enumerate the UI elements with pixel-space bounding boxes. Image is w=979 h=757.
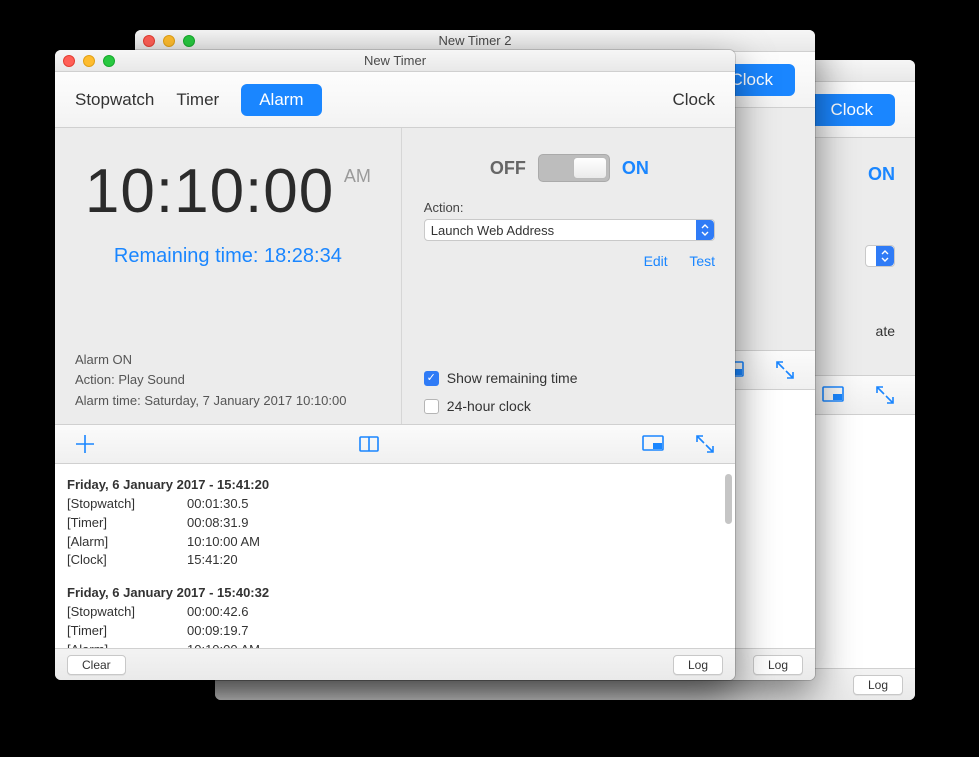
action-select[interactable]: Launch Web Address bbox=[424, 219, 715, 241]
log-date: Friday, 6 January 2017 - 15:40:32 bbox=[67, 584, 723, 603]
window-title: New Timer 2 bbox=[135, 33, 815, 48]
24hour-label: 24-hour clock bbox=[447, 398, 531, 414]
window-titlebar[interactable]: New Timer bbox=[55, 50, 735, 72]
show-remaining-label: Show remaining time bbox=[447, 370, 578, 386]
option-label: ate bbox=[876, 323, 895, 339]
toolbar: Stopwatch Timer Alarm Clock bbox=[55, 72, 735, 128]
log-row: [Clock]15:41:20 bbox=[67, 551, 723, 570]
log-button[interactable]: Log bbox=[673, 655, 723, 675]
window-titlebar[interactable]: New Timer 2 bbox=[135, 30, 815, 52]
log-row: [Alarm]10:10:00 AM bbox=[67, 641, 723, 648]
switch-on-label: ON bbox=[622, 158, 649, 179]
log-row: [Timer]00:08:31.9 bbox=[67, 514, 723, 533]
chevron-updown-icon bbox=[876, 246, 894, 266]
chevron-updown-icon bbox=[696, 220, 714, 240]
tab-alarm[interactable]: Alarm bbox=[241, 84, 321, 116]
log-date: Friday, 6 January 2017 - 15:41:20 bbox=[67, 476, 723, 495]
clear-button[interactable]: Clear bbox=[67, 655, 126, 675]
log-row: [Stopwatch]00:01:30.5 bbox=[67, 495, 723, 514]
expand-icon[interactable] bbox=[693, 432, 717, 456]
log-row: [Timer]00:09:19.7 bbox=[67, 622, 723, 641]
action-select[interactable] bbox=[865, 245, 895, 267]
log-row: [Alarm]10:10:00 AM bbox=[67, 533, 723, 552]
pip-icon[interactable] bbox=[641, 432, 665, 456]
switch-off-label: OFF bbox=[490, 158, 526, 179]
remaining-time: Remaining time: 18:28:34 bbox=[75, 245, 381, 268]
tab-clock[interactable]: Clock bbox=[672, 90, 715, 110]
switch-on-label: ON bbox=[868, 164, 895, 185]
status-time: Alarm time: Saturday, 7 January 2017 10:… bbox=[75, 391, 381, 412]
toggle-knob bbox=[573, 157, 607, 179]
edit-link[interactable]: Edit bbox=[644, 253, 668, 269]
scrollbar[interactable] bbox=[725, 474, 732, 524]
action-label: Action: bbox=[424, 200, 715, 215]
log-area[interactable]: Friday, 6 January 2017 - 15:41:20 [Stopw… bbox=[55, 464, 735, 648]
24hour-checkbox[interactable] bbox=[424, 399, 439, 414]
log-button[interactable]: Log bbox=[853, 675, 903, 695]
status-on: Alarm ON bbox=[75, 350, 381, 371]
footer: Clear Log bbox=[55, 648, 735, 680]
split-view-icon[interactable] bbox=[357, 432, 381, 456]
test-link[interactable]: Test bbox=[689, 253, 715, 269]
alarm-toggle[interactable] bbox=[538, 154, 610, 182]
log-button[interactable]: Log bbox=[753, 655, 803, 675]
window-title: New Timer bbox=[55, 53, 735, 68]
tab-clock[interactable]: Clock bbox=[808, 94, 895, 126]
show-remaining-checkbox[interactable] bbox=[424, 371, 439, 386]
alarm-ampm: AM bbox=[344, 166, 371, 187]
pip-icon[interactable] bbox=[821, 383, 845, 407]
log-row: [Stopwatch]00:00:42.6 bbox=[67, 603, 723, 622]
tab-stopwatch[interactable]: Stopwatch bbox=[75, 90, 154, 110]
expand-icon[interactable] bbox=[773, 358, 797, 382]
alarm-time: 10:10:00 bbox=[85, 156, 334, 227]
expand-icon[interactable] bbox=[873, 383, 897, 407]
alarm-settings-pane: OFF ON Action: Launch Web Address Edit T… bbox=[402, 128, 735, 424]
alarm-display-pane: 10:10:00 AM Remaining time: 18:28:34 Ala… bbox=[55, 128, 402, 424]
status-action: Action: Play Sound bbox=[75, 370, 381, 391]
icon-bar bbox=[55, 424, 735, 464]
tab-timer[interactable]: Timer bbox=[176, 90, 219, 110]
action-select-value: Launch Web Address bbox=[431, 223, 554, 238]
add-icon[interactable] bbox=[73, 432, 97, 456]
